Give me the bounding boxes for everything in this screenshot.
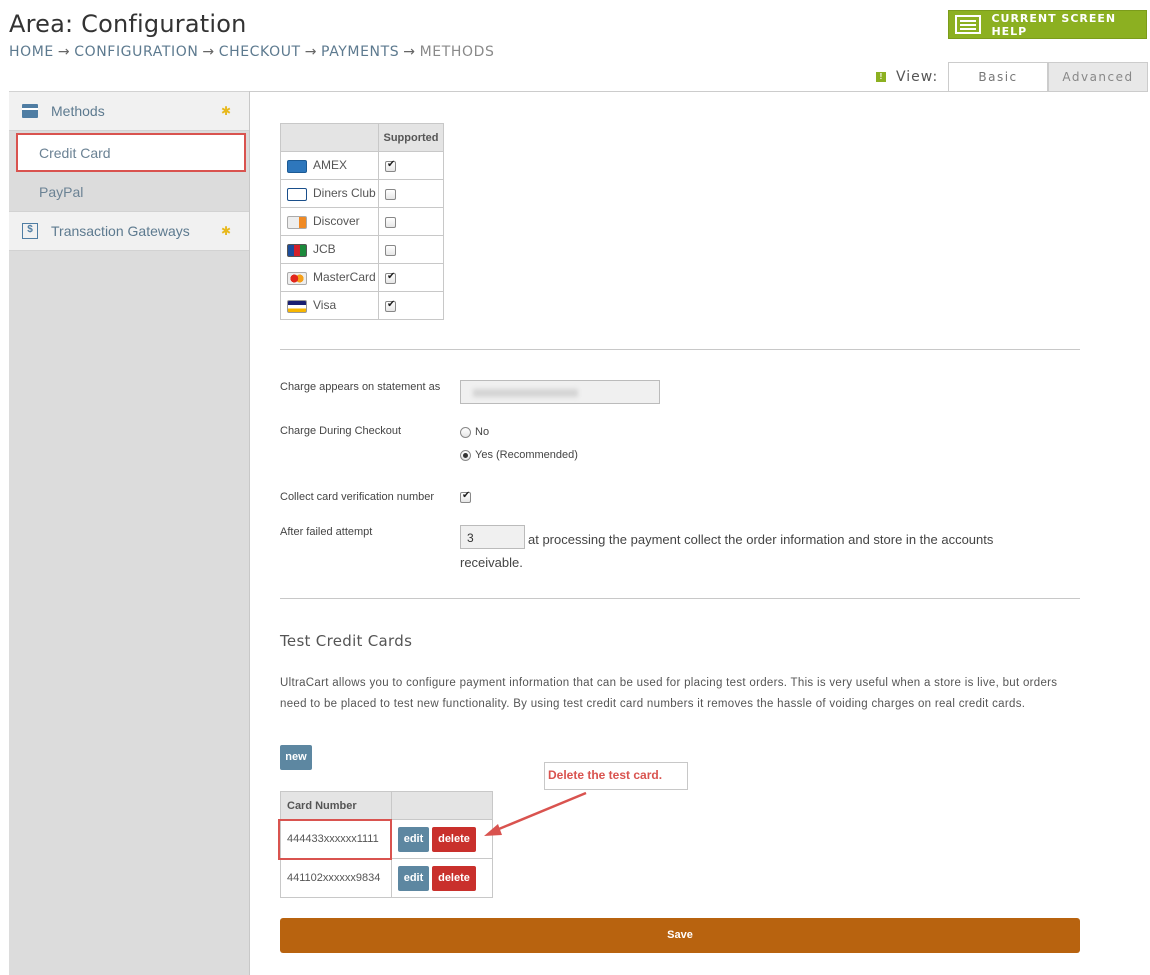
star-icon: ✱ <box>221 224 232 238</box>
radio-label: Yes (Recommended) <box>475 449 578 461</box>
table-row: JCB <box>280 235 444 264</box>
breadcrumb-separator: → <box>57 44 71 60</box>
failed-attempt-description: at processing the payment collect the or… <box>460 532 994 570</box>
discover-icon <box>287 215 307 229</box>
page-root: Area: Configuration HOME → CONFIGURATION → C… <box>0 0 1150 975</box>
jcb-supported-checkbox[interactable] <box>385 244 396 256</box>
table-row: Discover <box>280 207 444 236</box>
delete-button[interactable]: delete <box>432 826 476 852</box>
sidebar-item-transaction-gateways[interactable]: $ Transaction Gateways ✱ <box>9 211 249 251</box>
sidebar-item-label: Methods <box>51 103 105 119</box>
cvv-checkbox[interactable] <box>460 490 471 503</box>
table-header-card-number: Card Number <box>280 791 392 820</box>
visa-icon <box>287 299 307 313</box>
discover-supported-checkbox[interactable] <box>385 216 396 228</box>
breadcrumb-separator: → <box>202 44 215 60</box>
statement-descriptor-input[interactable] <box>460 380 660 404</box>
view-switcher: ! View: <box>876 62 948 92</box>
table-header-supported: Supported <box>378 123 444 152</box>
gateway-dollar-icon: $ <box>22 223 38 239</box>
section-divider <box>280 598 1080 599</box>
amex-supported-checkbox[interactable] <box>385 159 396 172</box>
breadcrumb-configuration[interactable]: CONFIGURATION <box>74 44 198 60</box>
breadcrumb-separator: → <box>403 44 416 60</box>
breadcrumb-checkout[interactable]: CHECKOUT <box>219 44 301 60</box>
annotation-arrow-icon <box>484 791 587 836</box>
sidebar: Methods ✱ Credit Card PayPal $ Transacti… <box>9 91 250 975</box>
edit-button[interactable]: edit <box>398 865 429 891</box>
breadcrumb-home[interactable]: HOME <box>9 44 54 60</box>
charge-during-checkout-label: Charge During Checkout <box>280 425 402 437</box>
highlight-box <box>278 819 392 860</box>
table-row: AMEX <box>280 151 444 180</box>
edit-button[interactable]: edit <box>398 826 429 852</box>
sidebar-item-methods[interactable]: Methods ✱ <box>9 91 249 131</box>
view-label: View: <box>896 69 939 85</box>
delete-button[interactable]: delete <box>432 865 476 891</box>
new-test-card-button[interactable]: new <box>280 745 312 770</box>
breadcrumb-current: METHODS <box>419 44 495 60</box>
card-brand-name: Discover <box>313 214 360 229</box>
card-brand-name: Diners Club <box>313 186 376 201</box>
callout-annotation: Delete the test card. <box>544 762 688 790</box>
radio-icon <box>460 449 471 461</box>
info-icon: ! <box>876 72 886 82</box>
sidebar-item-paypal[interactable]: PayPal <box>18 173 249 211</box>
diners-club-icon <box>287 187 307 201</box>
mastercard-supported-checkbox[interactable] <box>385 271 396 284</box>
failed-attempt-label: After failed attempt <box>280 526 373 538</box>
credit-card-icon <box>22 104 38 118</box>
table-header-blank <box>280 123 379 152</box>
page-title: Area: Configuration <box>9 10 247 38</box>
breadcrumb-separator: → <box>304 44 318 60</box>
sidebar-item-label: Credit Card <box>39 144 111 161</box>
save-button[interactable]: Save <box>280 918 1080 953</box>
table-row: Diners Club <box>280 179 444 208</box>
test-credit-cards-description: UltraCart allows you to configure paymen… <box>280 677 1058 710</box>
table-row: 441102xxxxxx9834 edit delete <box>280 858 493 898</box>
breadcrumb: HOME → CONFIGURATION → CHECKOUT → PAYMENTS → MET… <box>9 44 495 60</box>
supported-cards-table: Supported AMEX Diners Club Discover JCB … <box>280 123 444 320</box>
sidebar-item-label: Transaction Gateways <box>51 223 190 239</box>
star-icon: ✱ <box>221 104 232 118</box>
sidebar-item-label: PayPal <box>39 184 84 200</box>
card-brand-name: JCB <box>313 242 336 257</box>
mastercard-icon <box>287 271 307 285</box>
card-number-cell: 441102xxxxxx9834 <box>280 858 392 898</box>
blurred-value <box>473 389 578 397</box>
tab-advanced[interactable]: Advanced <box>1048 62 1148 92</box>
tab-basic[interactable]: Basic <box>948 62 1048 92</box>
card-brand-name: MasterCard <box>313 270 376 285</box>
charge-no-radio[interactable]: No <box>460 426 489 438</box>
diners-club-supported-checkbox[interactable] <box>385 188 396 200</box>
card-brand-name: Visa <box>313 298 337 313</box>
radio-label: No <box>475 426 490 438</box>
table-header-actions <box>391 791 493 820</box>
table-row: MasterCard <box>280 263 444 292</box>
card-brand-name: AMEX <box>313 158 348 173</box>
header-divider <box>250 91 1148 92</box>
help-screen-icon <box>955 15 982 34</box>
help-button-label: CURRENT SCREEN HELP <box>991 11 1117 38</box>
breadcrumb-payments[interactable]: PAYMENTS <box>321 44 399 60</box>
visa-supported-checkbox[interactable] <box>385 299 396 312</box>
sidebar-item-credit-card[interactable]: Credit Card <box>16 133 246 172</box>
section-divider <box>280 349 1080 350</box>
amex-icon <box>287 159 307 173</box>
radio-icon <box>460 426 471 438</box>
statement-label: Charge appears on statement as <box>280 381 441 393</box>
charge-yes-radio[interactable]: Yes (Recommended) <box>460 449 578 461</box>
table-row: Visa <box>280 291 444 320</box>
current-screen-help-button[interactable]: CURRENT SCREEN HELP <box>948 10 1147 39</box>
jcb-icon <box>287 243 307 257</box>
test-credit-cards-title: Test Credit Cards <box>280 632 413 650</box>
cvv-label: Collect card verification number <box>280 491 435 503</box>
